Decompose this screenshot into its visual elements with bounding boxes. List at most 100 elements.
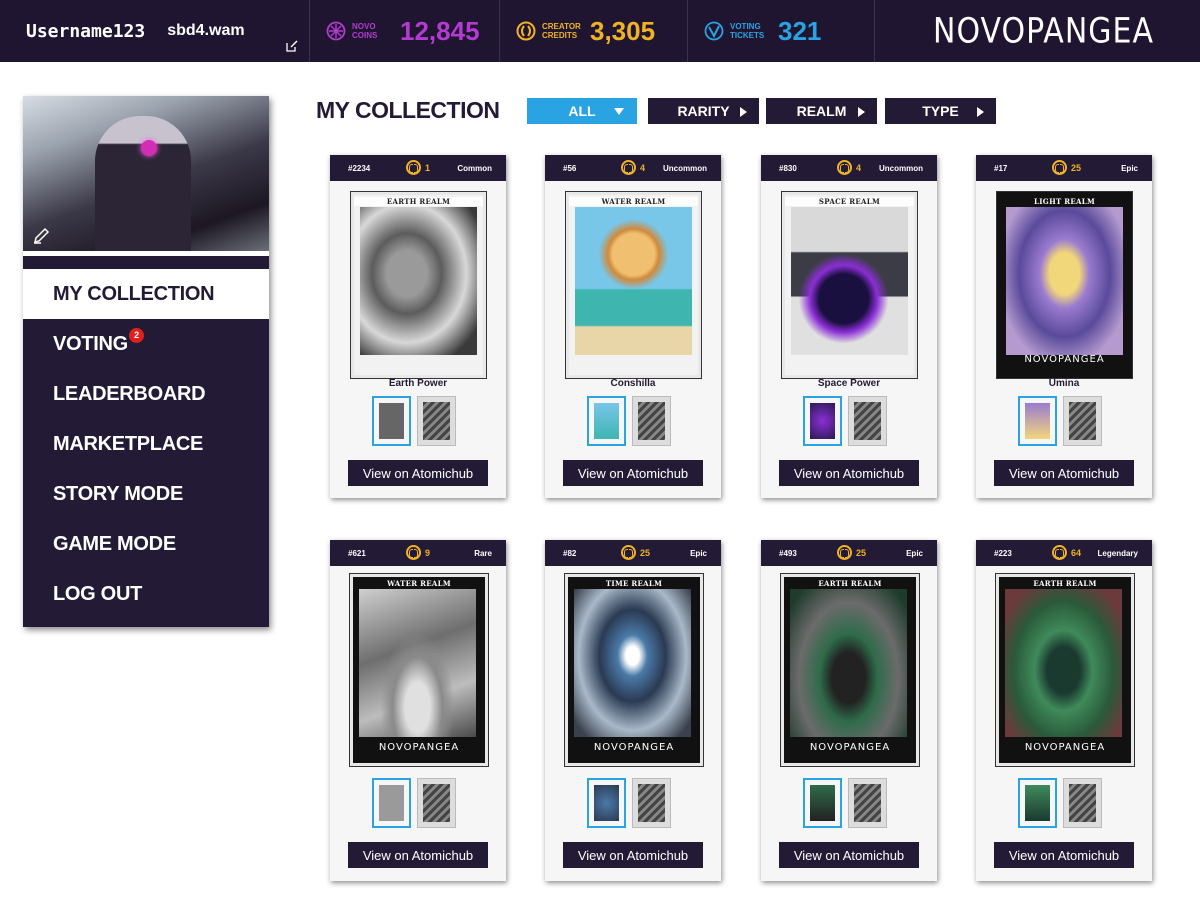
view-on-atomichub-button[interactable]: View on Atomichub — [779, 842, 919, 868]
filter-realm[interactable]: REALM — [766, 98, 877, 124]
view-on-atomichub-button[interactable]: View on Atomichub — [994, 842, 1134, 868]
view-on-atomichub-button[interactable]: View on Atomichub — [994, 460, 1134, 486]
view-on-atomichub-button[interactable]: View on Atomichub — [563, 842, 703, 868]
card-header: #493 25 Epic — [761, 540, 937, 566]
thumbnail-back[interactable] — [1063, 396, 1102, 446]
sidebar-item-my-collection[interactable]: MY COLLECTION — [23, 269, 269, 319]
thumbnail-image — [638, 402, 665, 440]
thumbnail-front[interactable] — [803, 778, 842, 828]
sidebar-item-leaderboard[interactable]: LEADERBOARD — [23, 369, 269, 419]
card-rarity: Epic — [906, 549, 923, 558]
card-name: Earth Power — [388, 378, 448, 389]
collection-card[interactable]: #493 25 Epic EARTH REALM NOVOPANGEA View… — [761, 540, 937, 881]
filter-type[interactable]: TYPE — [885, 98, 996, 124]
filter-all[interactable]: ALL — [527, 98, 637, 124]
card-illustration — [359, 589, 476, 737]
creator-credits-stat: Creator Credits 3,305 — [500, 0, 688, 62]
creator-credit-icon — [837, 545, 852, 560]
caret-right-icon — [740, 107, 747, 117]
novopangea-logo[interactable]: NOVOPANGEA — [875, 0, 1200, 62]
thumbnail-image — [379, 785, 404, 821]
collection-card[interactable]: #621 9 Rare WATER REALM NOVOPANGEA View … — [330, 540, 506, 881]
filter-label: TYPE — [922, 103, 959, 119]
card-number: #493 — [779, 549, 797, 558]
card-count: 25 — [1071, 163, 1082, 173]
wallet-name: sbd4.wam — [167, 22, 245, 39]
thumbnail-back[interactable] — [1063, 778, 1102, 828]
card-brand: NOVOPANGEA — [1024, 354, 1105, 365]
thumbnail-image — [1025, 785, 1050, 821]
view-on-atomichub-button[interactable]: View on Atomichub — [779, 460, 919, 486]
creator-credit-icon — [516, 21, 536, 41]
card-name: Umina — [1048, 378, 1080, 389]
thumbnail-front[interactable] — [587, 396, 626, 446]
card-art[interactable]: EARTH REALM — [350, 191, 487, 379]
creator-credits-value: 3,305 — [590, 15, 656, 46]
sidebar-item-voting[interactable]: VOTING 2 — [23, 319, 269, 369]
card-rarity: Rare — [474, 549, 492, 558]
creator-credit-icon — [406, 160, 421, 175]
collection-card[interactable]: #82 25 Epic TIME REALM NOVOPANGEA View o… — [545, 540, 721, 881]
sidebar-item-label: LEADERBOARD — [53, 382, 206, 405]
view-on-atomichub-button[interactable]: View on Atomichub — [348, 842, 488, 868]
sidebar-item-story-mode[interactable]: STORY MODE — [23, 469, 269, 519]
card-count: 25 — [640, 548, 651, 558]
filter-rarity[interactable]: RARITY — [648, 98, 759, 124]
card-art[interactable]: LIGHT REALM NOVOPANGEA — [996, 191, 1133, 379]
caret-right-icon — [858, 107, 865, 117]
thumbnail-front[interactable] — [1018, 396, 1057, 446]
thumbnail-image — [379, 403, 404, 439]
thumbnail-image — [810, 403, 835, 439]
thumbnail-image — [1025, 403, 1050, 439]
thumbnail-back[interactable] — [848, 778, 887, 828]
thumbnail-front[interactable] — [803, 396, 842, 446]
card-name: Conshilla — [610, 378, 656, 389]
edit-icon[interactable] — [286, 40, 298, 52]
thumbnail-image — [810, 785, 835, 821]
thumbnail-back[interactable] — [417, 396, 456, 446]
card-art[interactable]: EARTH REALM NOVOPANGEA — [780, 573, 920, 767]
collection-card[interactable]: #56 4 Uncommon WATER REALM Conshilla Vie… — [545, 155, 721, 498]
card-art[interactable]: EARTH REALM NOVOPANGEA — [995, 573, 1135, 767]
card-art[interactable]: WATER REALM NOVOPANGEA — [349, 573, 489, 767]
collection-card[interactable]: #17 25 Epic LIGHT REALM NOVOPANGEA Umina… — [976, 155, 1152, 498]
card-art[interactable]: SPACE REALM — [781, 191, 918, 379]
card-thumbnails — [587, 778, 671, 830]
thumbnail-back[interactable] — [632, 396, 671, 446]
collection-card[interactable]: #223 64 Legendary EARTH REALM NOVOPANGEA… — [976, 540, 1152, 881]
collection-card[interactable]: #2234 1 Common EARTH REALM Earth Power V… — [330, 155, 506, 498]
sidebar-item-game-mode[interactable]: GAME MODE — [23, 519, 269, 569]
thumbnail-front[interactable] — [587, 778, 626, 828]
card-art[interactable]: WATER REALM — [565, 191, 702, 379]
edit-avatar-icon[interactable] — [33, 226, 51, 244]
card-realm: EARTH REALM — [1033, 579, 1097, 588]
user-info: Username123 sbd4.wam — [0, 0, 310, 62]
card-illustration — [574, 589, 691, 737]
creator-credit-icon — [837, 160, 852, 175]
card-number: #223 — [994, 549, 1012, 558]
thumbnail-front[interactable] — [372, 396, 411, 446]
collection-card[interactable]: #830 4 Uncommon SPACE REALM Space Power … — [761, 155, 937, 498]
view-on-atomichub-button[interactable]: View on Atomichub — [563, 460, 703, 486]
thumbnail-back[interactable] — [848, 396, 887, 446]
novo-coins-label: Novo Coins — [352, 22, 378, 40]
card-name: Space Power — [817, 378, 881, 389]
card-illustration — [575, 207, 692, 355]
view-on-atomichub-button[interactable]: View on Atomichub — [348, 460, 488, 486]
thumbnail-image — [854, 784, 881, 822]
card-realm: EARTH REALM — [818, 579, 882, 588]
card-thumbnails — [803, 778, 887, 830]
thumbnail-front[interactable] — [372, 778, 411, 828]
thumbnail-back[interactable] — [632, 778, 671, 828]
thumbnail-back[interactable] — [417, 778, 456, 828]
card-art[interactable]: TIME REALM NOVOPANGEA — [564, 573, 704, 767]
thumbnail-front[interactable] — [1018, 778, 1057, 828]
creator-credit-icon — [1052, 545, 1067, 560]
sidebar-item-marketplace[interactable]: MARKETPLACE — [23, 419, 269, 469]
voting-ticket-icon — [704, 21, 724, 41]
sidebar-item-log-out[interactable]: LOG OUT — [23, 569, 269, 619]
filter-label: ALL — [568, 103, 596, 119]
thumbnail-image — [1069, 784, 1096, 822]
avatar-figure — [95, 116, 191, 251]
thumbnail-image — [423, 402, 450, 440]
